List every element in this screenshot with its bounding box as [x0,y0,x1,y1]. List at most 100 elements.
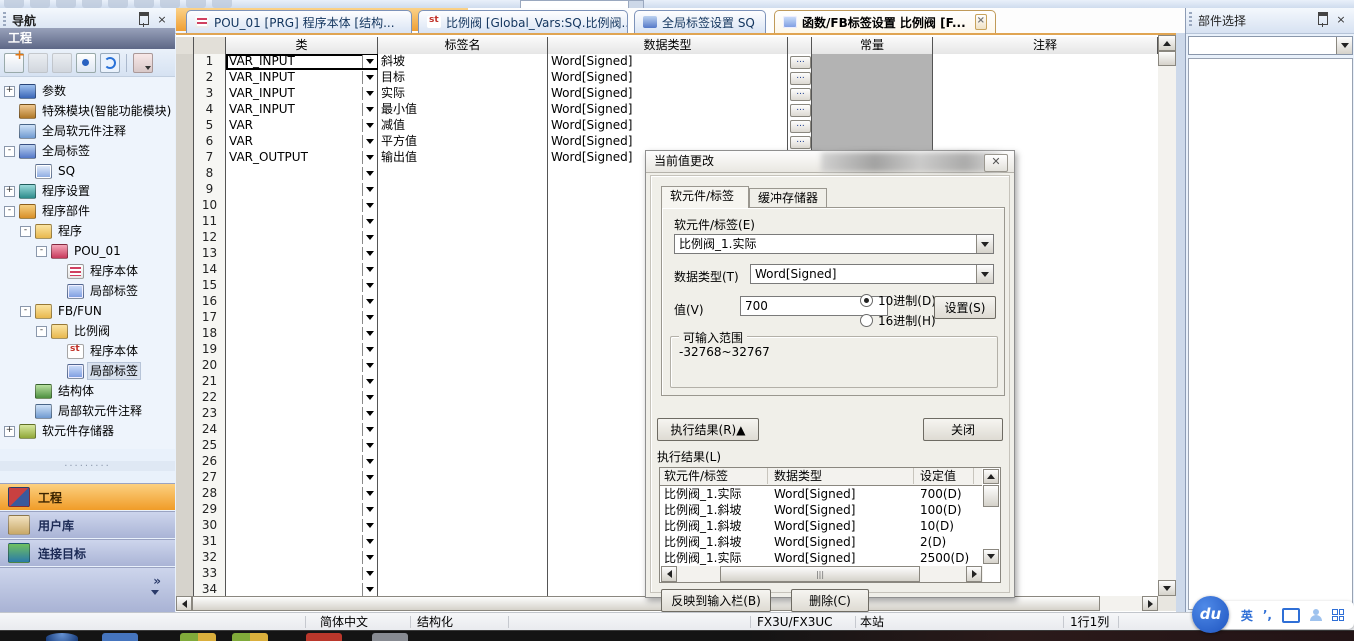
class-cell[interactable] [226,310,378,326]
label-name-cell[interactable] [378,262,548,278]
chevron-down-icon[interactable] [976,235,993,253]
label-name-cell[interactable] [378,358,548,374]
tree-item[interactable]: SQ [20,161,77,181]
class-cell[interactable]: VAR [226,134,378,150]
tree-item[interactable]: -FB/FUN [20,301,104,321]
ime-account-icon[interactable] [1310,609,1322,621]
class-cell[interactable] [226,470,378,486]
panel-splitter[interactable]: ......... [0,461,175,471]
row-number-cell[interactable]: 23 [194,406,226,422]
result-hscroll-thumb[interactable]: ||| [720,566,920,582]
class-cell[interactable]: VAR_INPUT [226,102,378,118]
document-tab[interactable]: 全局标签设置 SQ [634,10,766,33]
row-number-cell[interactable]: 22 [194,390,226,406]
detail-button-cell[interactable]: ... [788,102,812,118]
class-cell[interactable] [226,534,378,550]
sort-tool-icon[interactable] [133,53,153,73]
result-row[interactable]: 比例阀_1.斜坡Word[Signed]10(D) [660,518,982,534]
dropdown-arrow-icon[interactable] [362,471,377,484]
switcher-project[interactable]: 工程 [0,483,175,510]
tree-item[interactable]: 局部标签 [52,281,140,301]
expand-plus-icon[interactable]: + [4,86,15,97]
delete-button[interactable]: 删除(C) [791,589,869,612]
paste-icon[interactable] [52,53,72,73]
collapse-minus-icon[interactable]: - [4,206,15,217]
class-cell[interactable] [226,454,378,470]
dropdown-arrow-icon[interactable] [362,167,377,180]
class-cell[interactable] [226,198,378,214]
label-name-cell[interactable] [378,566,548,582]
label-name-cell[interactable] [378,166,548,182]
tree-item[interactable]: 程序本体 [52,341,140,361]
dropdown-arrow-icon[interactable] [362,311,377,324]
class-cell[interactable] [226,502,378,518]
ellipsis-button[interactable]: ... [790,72,811,85]
tree-item[interactable]: 程序本体 [52,261,140,281]
class-cell[interactable] [226,390,378,406]
row-number-cell[interactable]: 1 [194,54,226,70]
tab-buffer-memory[interactable]: 缓冲存储器 [749,188,827,207]
tree-item[interactable]: +程序设置 [4,181,92,201]
row-number-cell[interactable]: 19 [194,342,226,358]
tree-item[interactable]: 局部软元件注释 [20,401,144,421]
row-number-cell[interactable]: 10 [194,198,226,214]
row-number-cell[interactable]: 28 [194,486,226,502]
label-name-cell[interactable] [378,230,548,246]
label-name-cell[interactable] [378,214,548,230]
result-row[interactable]: 比例阀_1.实际Word[Signed]2500(D) [660,550,982,566]
dropdown-arrow-icon[interactable] [362,327,377,340]
tree-item[interactable]: 结构体 [20,381,96,401]
tree-item[interactable]: -POU_01 [36,241,123,261]
row-number-cell[interactable]: 26 [194,454,226,470]
row-number-cell[interactable]: 15 [194,278,226,294]
row-number-cell[interactable]: 16 [194,294,226,310]
dropdown-arrow-icon[interactable] [362,343,377,356]
row-number-cell[interactable]: 20 [194,358,226,374]
dropdown-arrow-icon[interactable] [362,247,377,260]
row-number-cell[interactable]: 13 [194,246,226,262]
tab-device-label[interactable]: 软元件/标签 [661,186,749,208]
dropdown-arrow-icon[interactable] [362,87,377,100]
label-name-cell[interactable] [378,294,548,310]
class-cell[interactable] [226,486,378,502]
class-cell[interactable]: VAR_INPUT [226,54,378,70]
label-name-cell[interactable]: 最小值 [378,102,548,118]
row-number-cell[interactable]: 25 [194,438,226,454]
class-cell[interactable] [226,166,378,182]
chevron-more-icon[interactable]: » [153,574,161,588]
taskbar-app-icon[interactable] [232,633,268,641]
row-number-cell[interactable]: 11 [194,214,226,230]
ellipsis-button[interactable]: ... [790,136,811,149]
collapse-minus-icon[interactable]: - [36,246,47,257]
dropdown-arrow-icon[interactable] [362,199,377,212]
comment-cell[interactable] [933,54,1158,70]
dropdown-arrow-icon[interactable] [362,135,377,148]
dialog-close-icon[interactable]: ✕ [984,154,1008,172]
tree-item[interactable]: -比例阀 [36,321,112,341]
class-cell[interactable] [226,422,378,438]
detail-button-cell[interactable]: ... [788,134,812,150]
tree-item[interactable]: 特殊模块(智能功能模块) [4,101,173,121]
set-button[interactable]: 设置(S) [934,296,996,319]
result-scroll-right-icon[interactable] [966,566,982,582]
ellipsis-button[interactable]: ... [790,104,811,117]
dropdown-arrow-icon[interactable] [362,359,377,372]
label-name-cell[interactable] [378,486,548,502]
class-cell[interactable] [226,182,378,198]
tree-item[interactable]: -全局标签 [4,141,92,161]
radio-decimal[interactable]: 10进制(D) [860,292,936,309]
tree-item[interactable]: +参数 [4,81,68,101]
expand-plus-icon[interactable]: + [4,186,15,197]
row-number-cell[interactable]: 27 [194,470,226,486]
data-type-cell[interactable]: Word[Signed] [548,54,788,70]
taskbar-app-icon[interactable] [102,633,138,641]
label-name-cell[interactable] [378,326,548,342]
class-cell[interactable] [226,294,378,310]
taskbar-app-icon[interactable] [372,633,408,641]
result-scroll-up-icon[interactable] [983,469,999,484]
label-name-cell[interactable] [378,422,548,438]
dialog-titlebar[interactable]: 当前值更改 ✕ [646,151,1014,173]
class-cell[interactable] [226,326,378,342]
label-name-cell[interactable] [378,310,548,326]
row-number-cell[interactable]: 30 [194,518,226,534]
